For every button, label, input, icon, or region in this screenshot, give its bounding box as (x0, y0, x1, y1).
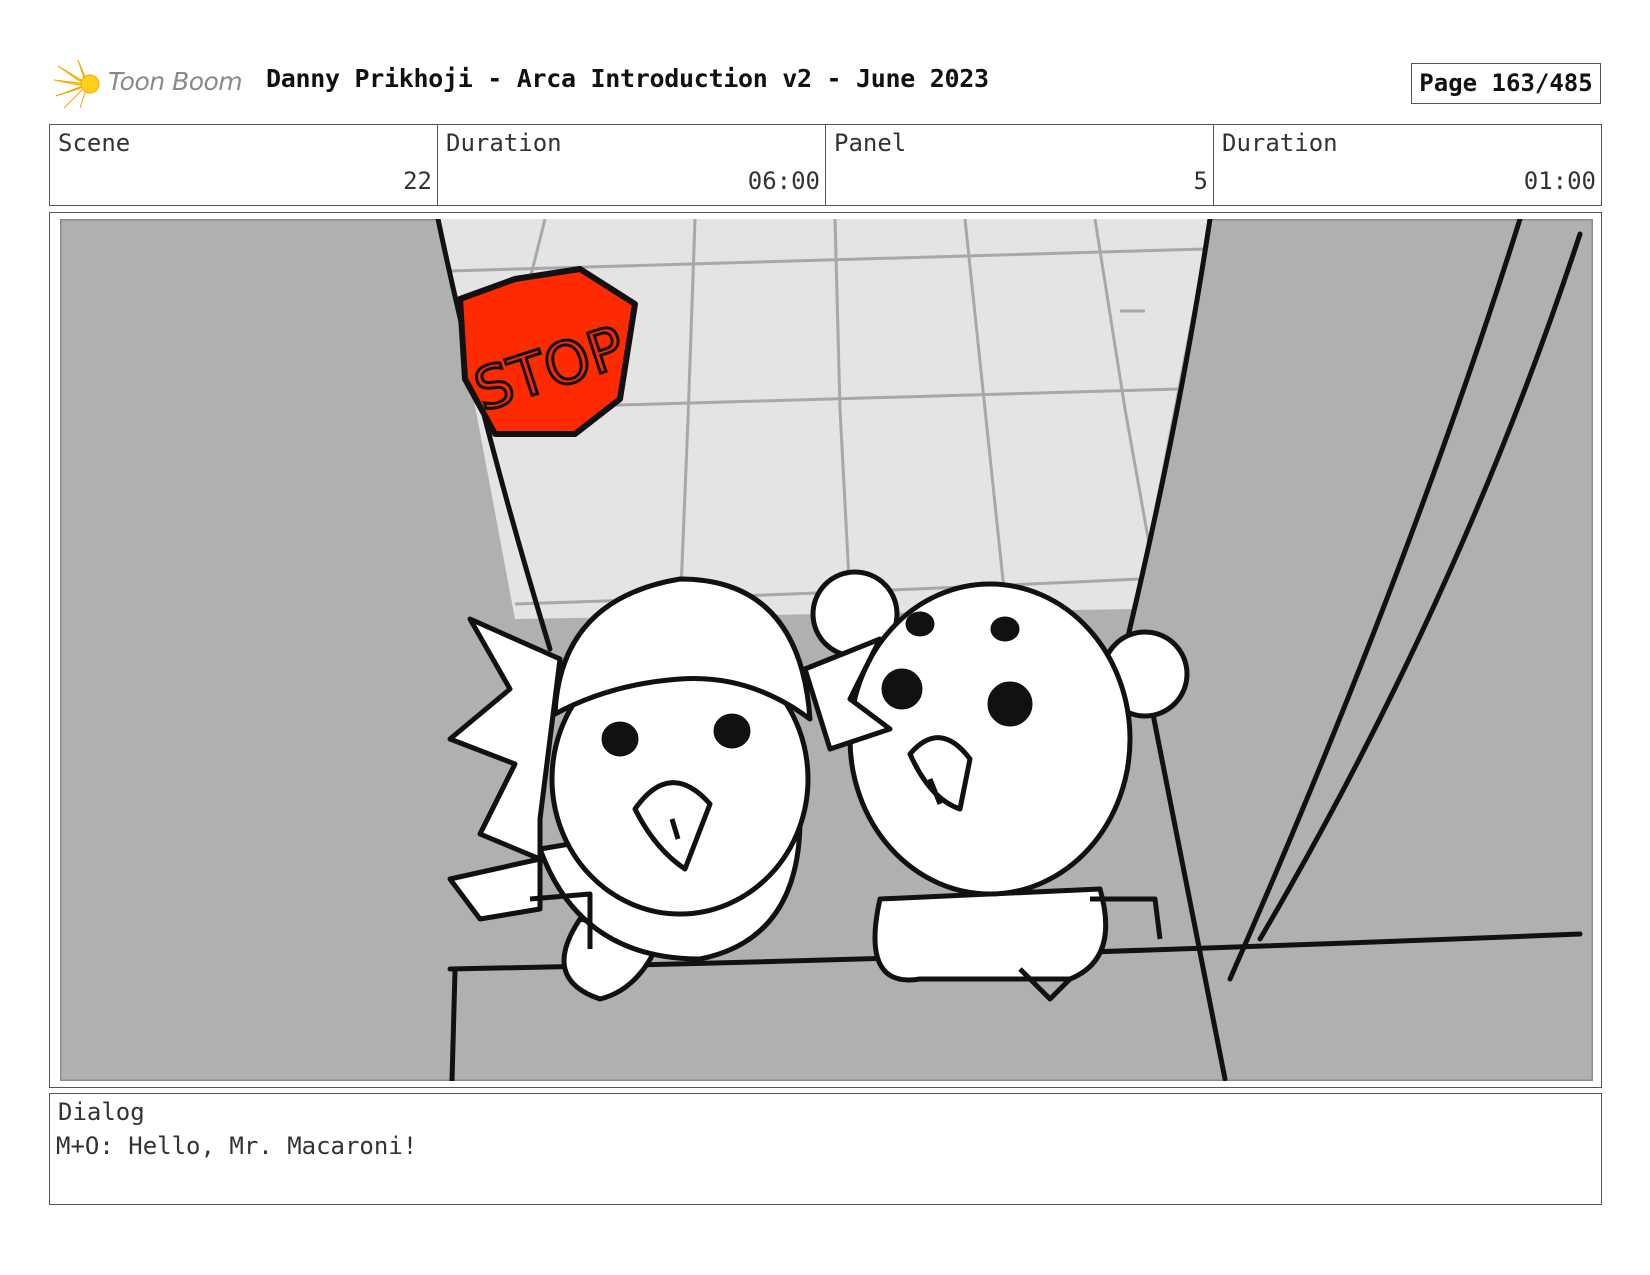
panel-duration-cell: Duration 01:00 (1214, 125, 1601, 205)
logo-text: Toon Boom (108, 67, 243, 96)
scene-info-table: Scene 22 Duration 06:00 Panel 5 Duration… (49, 124, 1602, 206)
panel-label: Panel (834, 129, 907, 157)
panel-duration-label: Duration (1222, 129, 1338, 157)
dialog-box: Dialog M+O: Hello, Mr. Macaroni! (49, 1093, 1602, 1205)
panel-drawing: STOP (60, 219, 1593, 1081)
scene-value: 22 (403, 167, 432, 195)
stop-sign: STOP (457, 266, 638, 437)
starburst-icon (53, 59, 100, 109)
scene-cell: Scene 22 (50, 125, 438, 205)
storyboard-panel: STOP (49, 212, 1602, 1088)
page-title: Danny Prikhoji - Arca Introduction v2 - … (266, 64, 989, 93)
dialog-text: M+O: Hello, Mr. Macaroni! (56, 1132, 418, 1160)
scene-duration-value: 06:00 (747, 167, 820, 195)
scene-label: Scene (58, 129, 131, 157)
toon-boom-logo: Toon Boom (52, 58, 252, 110)
panel-duration-value: 01:00 (1523, 167, 1596, 195)
scene-duration-cell: Duration 06:00 (438, 125, 826, 205)
panel-value: 5 (1193, 167, 1208, 195)
panel-cell: Panel 5 (826, 125, 1214, 205)
scene-duration-label: Duration (446, 129, 562, 157)
dialog-label: Dialog (58, 1098, 145, 1126)
page-number: Page 163/485 (1411, 63, 1601, 104)
